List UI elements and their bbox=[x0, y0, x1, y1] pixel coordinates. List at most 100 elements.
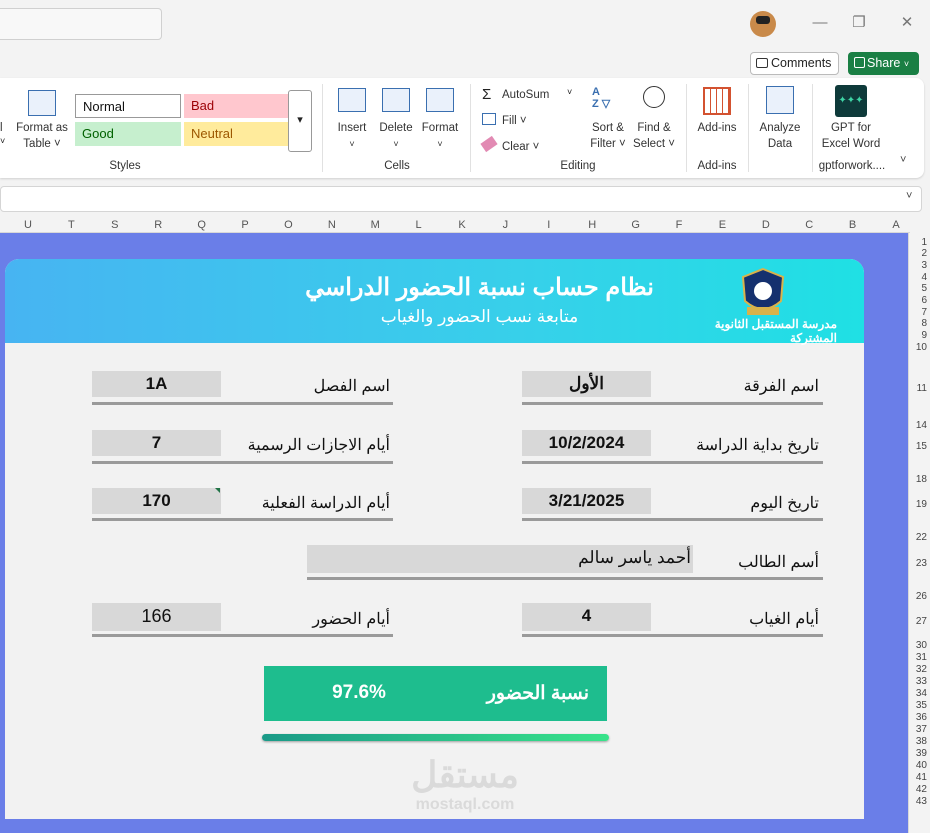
format-button[interactable]: Format ˅ bbox=[418, 120, 462, 152]
attendance-rate-label: نسبة الحضور bbox=[486, 683, 589, 704]
row-header[interactable]: 1 bbox=[921, 237, 927, 248]
row-header[interactable]: 22 bbox=[916, 532, 927, 543]
comments-button[interactable]: Comments bbox=[750, 52, 839, 75]
chevron-down-icon[interactable]: ˅ bbox=[567, 87, 572, 97]
row-header[interactable]: 5 bbox=[921, 283, 927, 294]
divider bbox=[92, 461, 393, 464]
column-header[interactable]: L bbox=[409, 219, 429, 231]
row-header[interactable]: 40 bbox=[916, 760, 927, 771]
row-header[interactable]: 33 bbox=[916, 676, 927, 687]
column-header[interactable]: O bbox=[278, 219, 298, 231]
row-header[interactable]: 39 bbox=[916, 748, 927, 759]
formula-bar[interactable] bbox=[0, 186, 922, 212]
row-header[interactable]: 27 bbox=[916, 616, 927, 627]
style-good[interactable]: Good bbox=[75, 122, 181, 146]
sort-filter-button[interactable]: Sort & Filter ˅ bbox=[584, 120, 632, 152]
style-bad[interactable]: Bad bbox=[184, 94, 290, 118]
search-box[interactable] bbox=[0, 8, 162, 40]
column-header[interactable]: A bbox=[886, 219, 906, 231]
minimize-button[interactable]: — bbox=[806, 10, 834, 36]
column-header[interactable]: B bbox=[843, 219, 863, 231]
row-header[interactable]: 37 bbox=[916, 724, 927, 735]
column-header[interactable]: D bbox=[756, 219, 776, 231]
gpt-icon: ✦✦✦ bbox=[835, 85, 867, 117]
column-header[interactable]: U bbox=[18, 219, 38, 231]
sort-filter-icon: AZ ▽ bbox=[592, 86, 611, 110]
row-header[interactable]: 31 bbox=[916, 652, 927, 663]
row-header[interactable]: 14 bbox=[916, 420, 927, 431]
column-header[interactable]: P bbox=[235, 219, 255, 231]
column-header[interactable]: K bbox=[452, 219, 472, 231]
row-header[interactable]: 8 bbox=[921, 318, 927, 329]
styles-more-button[interactable]: ▾ bbox=[288, 90, 312, 152]
student-name-value[interactable]: أحمد ياسر سالم bbox=[307, 545, 693, 573]
divider bbox=[522, 518, 823, 521]
attendance-days-value[interactable]: 166 bbox=[92, 603, 221, 631]
restore-button[interactable]: ❐ bbox=[845, 10, 873, 36]
column-header[interactable]: G bbox=[626, 219, 646, 231]
autosum-button[interactable]: AutoSum bbox=[502, 87, 549, 103]
row-header[interactable]: 18 bbox=[916, 474, 927, 485]
delete-label: Delete bbox=[379, 122, 413, 134]
column-header[interactable]: F bbox=[669, 219, 689, 231]
column-header[interactable]: I bbox=[539, 219, 559, 231]
find-select-button[interactable]: Find & Select ˅ bbox=[630, 120, 678, 152]
row-header[interactable]: 7 bbox=[921, 307, 927, 318]
today-value[interactable]: 3/21/2025 bbox=[522, 488, 651, 514]
row-header[interactable]: 6 bbox=[921, 295, 927, 306]
conditional-format-partial[interactable]: l bbox=[0, 120, 3, 136]
row-header[interactable]: 3 bbox=[921, 260, 927, 271]
start-date-value[interactable]: 10/2/2024 bbox=[522, 430, 651, 456]
column-header[interactable]: S bbox=[105, 219, 125, 231]
share-button[interactable]: Share ˅ bbox=[848, 52, 919, 75]
row-header[interactable]: 43 bbox=[916, 796, 927, 807]
row-header[interactable]: 30 bbox=[916, 640, 927, 651]
add-ins-button[interactable]: Add-ins bbox=[692, 120, 742, 136]
row-header[interactable]: 2 bbox=[921, 248, 927, 259]
grade-value[interactable]: الأول bbox=[522, 371, 651, 397]
column-header[interactable]: H bbox=[582, 219, 602, 231]
row-header[interactable]: 15 bbox=[916, 441, 927, 452]
column-header[interactable]: E bbox=[712, 219, 732, 231]
clear-button[interactable]: Clear ˅ bbox=[502, 139, 539, 155]
row-header[interactable]: 11 bbox=[917, 383, 927, 394]
row-header[interactable]: 19 bbox=[916, 499, 927, 510]
delete-button[interactable]: Delete ˅ bbox=[374, 120, 418, 152]
row-header[interactable]: 34 bbox=[916, 688, 927, 699]
comment-icon bbox=[756, 58, 768, 68]
column-header[interactable]: N bbox=[322, 219, 342, 231]
row-header[interactable]: 9 bbox=[921, 330, 927, 341]
close-button[interactable]: ✕ bbox=[893, 10, 921, 36]
column-header[interactable]: R bbox=[148, 219, 168, 231]
row-header[interactable]: 10 bbox=[916, 342, 927, 353]
column-header[interactable]: T bbox=[61, 219, 81, 231]
row-header[interactable]: 41 bbox=[916, 772, 927, 783]
avatar[interactable] bbox=[750, 11, 776, 37]
row-header[interactable]: 38 bbox=[916, 736, 927, 747]
row-header[interactable]: 23 bbox=[916, 558, 927, 569]
row-header[interactable]: 26 bbox=[916, 591, 927, 602]
class-value[interactable]: 1A bbox=[92, 371, 221, 397]
study-days-value[interactable]: 170 bbox=[92, 488, 221, 514]
row-header[interactable]: 35 bbox=[916, 700, 927, 711]
row-header[interactable]: 32 bbox=[916, 664, 927, 675]
style-neutral[interactable]: Neutral bbox=[184, 122, 290, 146]
column-header[interactable]: Q bbox=[192, 219, 212, 231]
collapse-ribbon-icon[interactable]: ˅ bbox=[900, 154, 906, 166]
column-header[interactable]: C bbox=[799, 219, 819, 231]
analyze-data-button[interactable]: Analyze Data bbox=[752, 120, 808, 152]
column-header[interactable]: M bbox=[365, 219, 385, 231]
expand-formula-icon[interactable]: ˅ bbox=[906, 190, 912, 202]
attendance-rate-value[interactable]: 97.6% bbox=[304, 682, 414, 704]
row-header[interactable]: 42 bbox=[916, 784, 927, 795]
absence-days-value[interactable]: 4 bbox=[522, 603, 651, 631]
insert-button[interactable]: Insert ˅ bbox=[330, 120, 374, 152]
row-header[interactable]: 4 bbox=[921, 272, 927, 283]
column-header[interactable]: J bbox=[495, 219, 515, 231]
row-header[interactable]: 36 bbox=[916, 712, 927, 723]
style-normal[interactable]: Normal bbox=[75, 94, 181, 118]
format-as-table-button[interactable]: Format as Table ˅ bbox=[14, 120, 70, 152]
fill-button[interactable]: Fill ˅ bbox=[502, 113, 527, 129]
gpt-button[interactable]: GPT for Excel Word bbox=[816, 120, 886, 152]
holidays-value[interactable]: 7 bbox=[92, 430, 221, 456]
